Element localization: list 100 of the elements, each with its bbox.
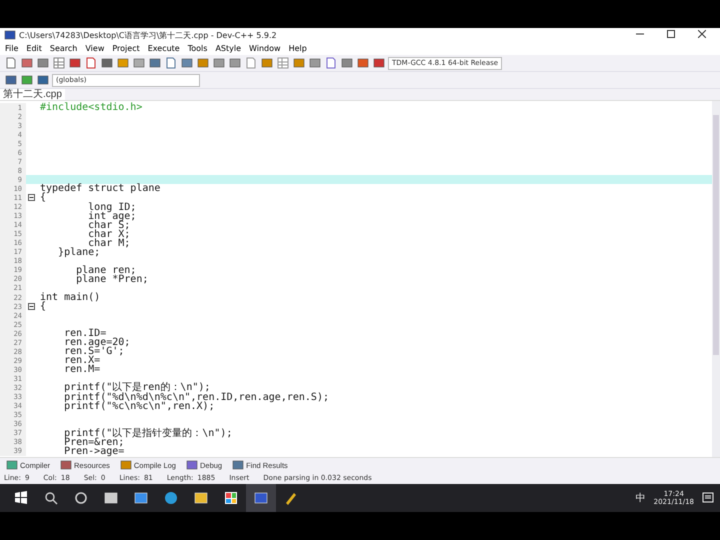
square-icon (232, 459, 244, 471)
toolbar-button[interactable] (68, 56, 82, 70)
toolbar-button[interactable] (372, 56, 386, 70)
page-icon (325, 57, 337, 69)
toolbar-button[interactable] (36, 56, 50, 70)
square-icon (186, 459, 198, 471)
toolbar-button[interactable] (36, 73, 50, 87)
square-icon (293, 57, 305, 69)
file-tab[interactable]: 第十二天.cpp (0, 89, 65, 100)
square-icon (197, 57, 209, 69)
code-line: { (39, 193, 46, 202)
toolbar-button[interactable] (148, 56, 162, 70)
code-line: char M; (88, 238, 130, 248)
search-icon (44, 491, 58, 505)
window-title: C:\Users\74283\Desktop\C语言学习\第十二天.cpp - Dev-C++ 5.9.2 (19, 30, 277, 40)
square-icon (117, 57, 129, 69)
toolbar-button[interactable] (4, 73, 18, 87)
code-line: long ID; (87, 202, 136, 212)
square-icon (261, 57, 273, 69)
vertical-scrollbar[interactable] (712, 101, 720, 457)
code-line: plane *Pren; (75, 274, 148, 284)
ime-indicator[interactable]: 中 (636, 491, 646, 505)
collapse-icon[interactable] (28, 303, 34, 310)
toolbar-button[interactable] (244, 56, 258, 70)
toolbar-button[interactable] (356, 56, 370, 70)
page-icon (85, 57, 97, 69)
toolbar-button[interactable] (276, 56, 290, 70)
toolbar-button[interactable] (52, 56, 66, 70)
toolbar-button[interactable] (260, 56, 274, 70)
window-icon (104, 491, 118, 505)
square-icon (6, 459, 18, 471)
menu-item[interactable]: View (82, 44, 108, 53)
menu-item[interactable]: Execute (144, 44, 183, 53)
maximize-icon[interactable] (667, 30, 675, 38)
menu-item[interactable]: Edit (23, 44, 45, 53)
toolbar-button[interactable] (4, 56, 18, 70)
page-icon (245, 57, 257, 69)
toolbar-button[interactable] (308, 56, 322, 70)
collapse-icon[interactable] (28, 194, 34, 202)
square-icon (309, 57, 321, 69)
notification-icon[interactable] (702, 492, 714, 504)
code-line: Pren=&ren; (63, 438, 124, 447)
square-icon (101, 57, 113, 69)
square-icon (133, 57, 145, 69)
code-line: printf("以下是ren的：\n"); (63, 383, 210, 392)
square-icon (229, 57, 241, 69)
toolbar-button[interactable] (324, 56, 338, 70)
code-line: ren.ID= (63, 329, 106, 338)
code-line: typedef struct plane (39, 184, 160, 194)
toolbar-button[interactable] (84, 56, 98, 70)
toolbar-button[interactable] (116, 56, 130, 70)
square-icon (5, 74, 17, 86)
square-icon (37, 74, 49, 86)
toolbar-button[interactable] (20, 73, 34, 87)
folder-icon (194, 491, 208, 505)
code-line: #include<stdio.h> (39, 103, 142, 112)
scrollbar-thumb[interactable] (713, 115, 719, 355)
grid-icon (53, 57, 65, 69)
toolbar-button[interactable] (180, 56, 194, 70)
square-icon (213, 57, 225, 69)
code-line: printf("以下是指针变量的：\n"); (63, 428, 232, 438)
menu-item[interactable]: Project (109, 44, 143, 53)
page-icon (5, 57, 17, 69)
code-line: int main() (39, 293, 100, 302)
toolbar-button[interactable] (212, 56, 226, 70)
page-icon (165, 57, 177, 69)
monitor-icon (134, 491, 148, 505)
close-icon[interactable] (698, 30, 706, 38)
window-icon (254, 491, 268, 505)
square-icon (181, 57, 193, 69)
toolbar-button[interactable] (132, 56, 146, 70)
menu-item[interactable]: Help (286, 44, 310, 53)
square-icon (21, 74, 33, 86)
square-icon (21, 57, 33, 69)
toolbar-button[interactable] (292, 56, 306, 70)
menu-item[interactable]: AStyle (212, 44, 244, 53)
code-line: ren.M= (63, 365, 100, 374)
square-icon (37, 57, 49, 69)
square-icon (341, 57, 353, 69)
menu-item[interactable]: File (2, 44, 22, 53)
grid-icon (224, 491, 238, 505)
menu-item[interactable]: Search (46, 44, 80, 53)
grid-icon (277, 57, 289, 69)
toolbar-button[interactable] (164, 56, 178, 70)
square-icon (60, 459, 72, 471)
toolbar-button[interactable] (228, 56, 242, 70)
code-line: plane ren; (75, 266, 136, 275)
code-line: ren.X= (63, 356, 100, 366)
circle-icon (74, 491, 88, 505)
code-line: int age; (87, 212, 136, 221)
toolbar-button[interactable] (196, 56, 210, 70)
menu-item[interactable]: Tools (184, 44, 210, 53)
square-icon (373, 57, 385, 69)
code-line: { (39, 302, 46, 312)
code-line: ren.S='G'; (63, 347, 124, 356)
menu-item[interactable]: Window (246, 44, 284, 53)
toolbar-button[interactable] (100, 56, 114, 70)
toolbar-button[interactable] (20, 56, 34, 70)
toolbar-button[interactable] (340, 56, 354, 70)
code-line: printf("%c\n%c\n",ren.X); (63, 402, 215, 411)
